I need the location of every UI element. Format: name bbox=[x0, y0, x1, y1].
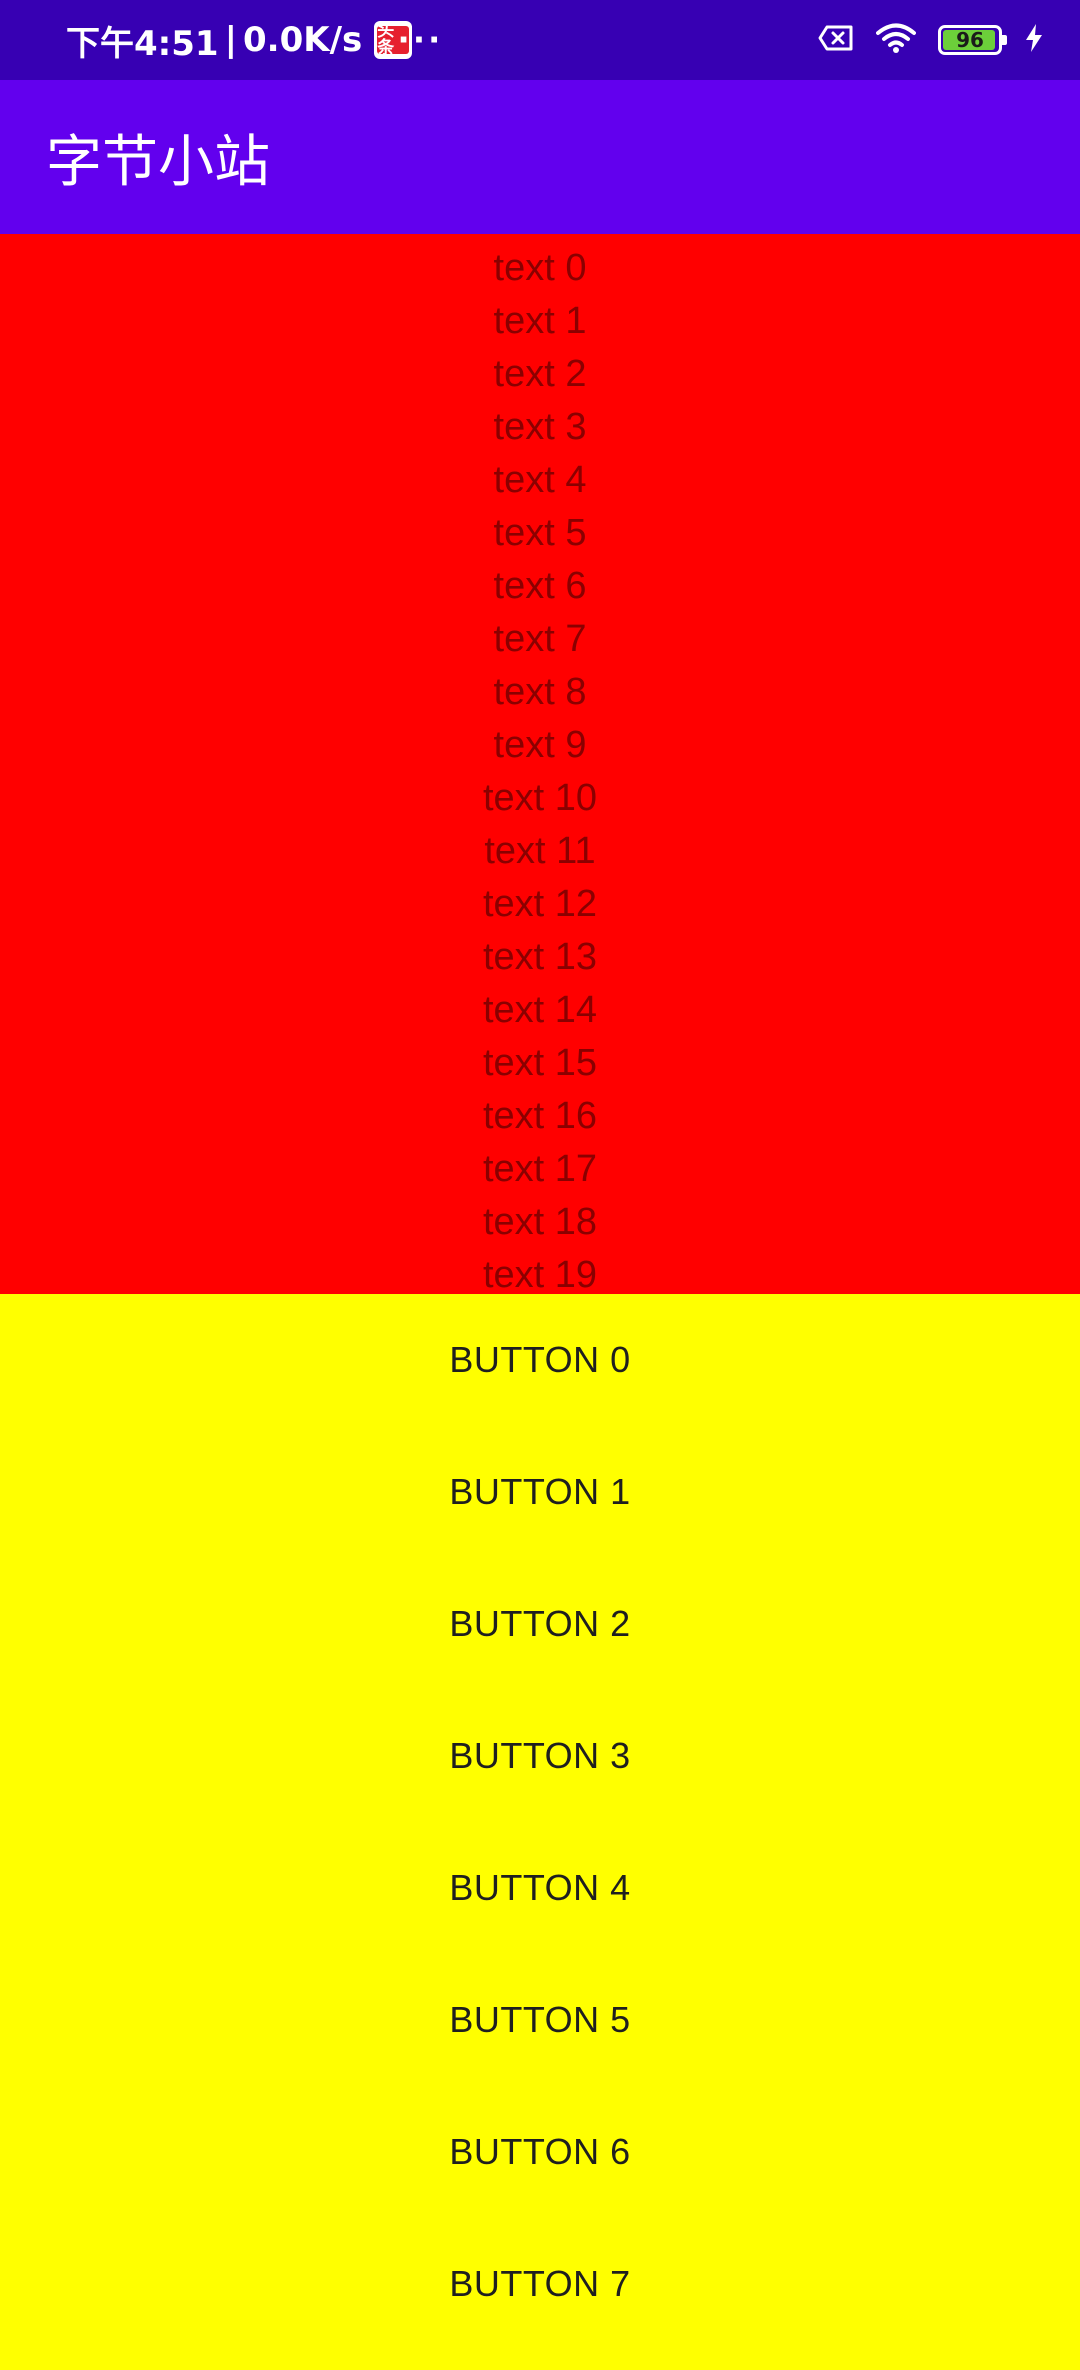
status-separator: | bbox=[224, 20, 237, 60]
button-3[interactable]: BUTTON 3 bbox=[0, 1710, 1080, 1842]
text-item: text 1 bbox=[493, 300, 587, 342]
wifi-icon bbox=[876, 22, 916, 59]
text-item: text 16 bbox=[482, 1095, 598, 1137]
button-0[interactable]: BUTTON 0 bbox=[0, 1314, 1080, 1446]
text-item: text 10 bbox=[482, 777, 598, 819]
close-box-icon bbox=[818, 24, 854, 57]
button-list[interactable]: BUTTON 0 BUTTON 1 BUTTON 2 BUTTON 3 BUTT… bbox=[0, 1294, 1080, 2340]
text-item: text 9 bbox=[493, 724, 587, 766]
text-item: text 2 bbox=[493, 353, 587, 395]
text-item: text 4 bbox=[493, 459, 587, 501]
text-item: text 13 bbox=[482, 936, 598, 978]
battery-icon: 96 bbox=[938, 25, 1007, 55]
network-speed: 0.0K/s bbox=[243, 20, 363, 60]
app-title: 字节小站 bbox=[46, 129, 270, 195]
button-6[interactable]: BUTTON 6 bbox=[0, 2106, 1080, 2238]
text-item: text 3 bbox=[493, 406, 587, 448]
button-7[interactable]: BUTTON 7 bbox=[0, 2238, 1080, 2370]
status-time: 下午4:51 bbox=[66, 23, 219, 64]
text-item: text 18 bbox=[482, 1201, 598, 1243]
charging-bolt-icon bbox=[1024, 23, 1044, 58]
text-item: text 0 bbox=[493, 247, 587, 289]
text-item: text 17 bbox=[482, 1148, 598, 1190]
text-item: text 14 bbox=[482, 989, 598, 1031]
battery-level: 96 bbox=[956, 28, 984, 52]
text-item: text 11 bbox=[484, 830, 596, 872]
battery-tip bbox=[1002, 35, 1007, 45]
text-item: text 8 bbox=[493, 671, 587, 713]
button-1[interactable]: BUTTON 1 bbox=[0, 1446, 1080, 1578]
app-bar: 字节小站 bbox=[0, 80, 1080, 234]
status-bar: 下午4:51 | 0.0K/s 头条 ··· 96 bbox=[0, 0, 1080, 80]
button-2[interactable]: BUTTON 2 bbox=[0, 1578, 1080, 1710]
text-item: text 6 bbox=[493, 565, 587, 607]
status-right: 96 bbox=[818, 0, 1044, 80]
button-4[interactable]: BUTTON 4 bbox=[0, 1842, 1080, 1974]
text-item: text 7 bbox=[493, 618, 587, 660]
status-left: 下午4:51 | 0.0K/s 头条 bbox=[66, 0, 413, 80]
text-item: text 5 bbox=[493, 512, 587, 554]
text-item: text 15 bbox=[482, 1042, 598, 1084]
more-notifications-icon: ··· bbox=[398, 17, 444, 62]
text-item: text 12 bbox=[482, 883, 598, 925]
text-list[interactable]: text 0 text 1 text 2 text 3 text 4 text … bbox=[0, 234, 1080, 1296]
button-5[interactable]: BUTTON 5 bbox=[0, 1974, 1080, 2106]
